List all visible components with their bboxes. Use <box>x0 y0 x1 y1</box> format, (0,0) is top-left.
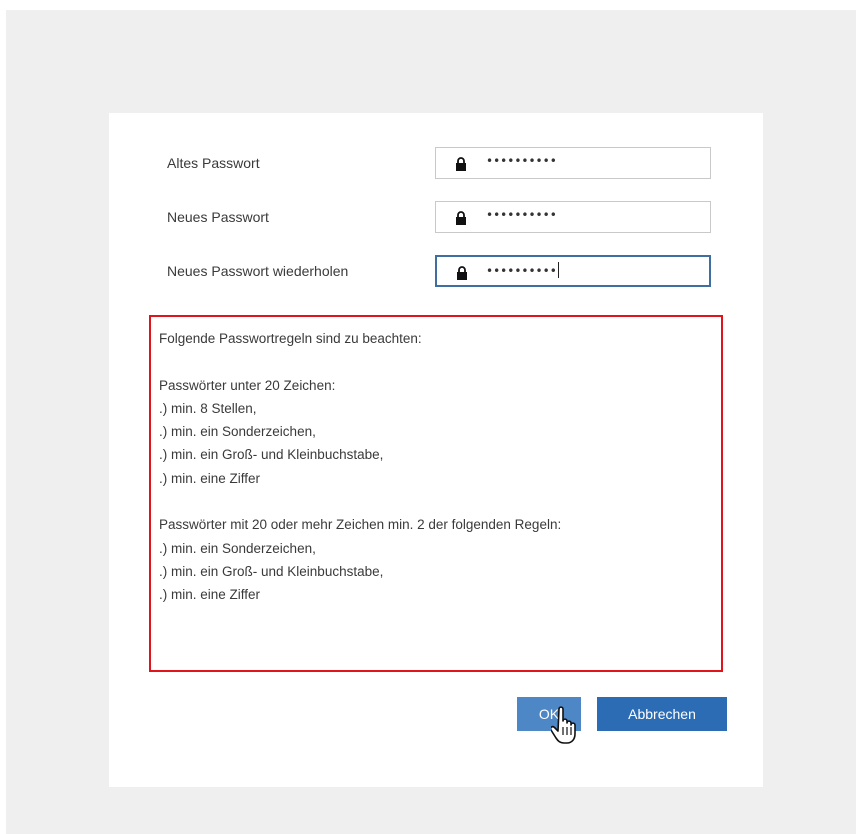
rules-under-20-heading: Passwörter unter 20 Zeichen: <box>159 377 336 393</box>
change-password-dialog: Altes Passwort •••••••••• Neues Passwort… <box>109 113 763 787</box>
old-password-label: Altes Passwort <box>167 155 260 171</box>
cancel-button[interactable]: Abbrechen <box>597 697 727 731</box>
new-password-value: •••••••••• <box>486 208 557 222</box>
repeat-password-input[interactable]: •••••••••• <box>435 255 711 287</box>
rules-spacer <box>159 350 713 373</box>
new-password-input[interactable]: •••••••••• <box>435 201 711 233</box>
lock-icon <box>456 211 466 225</box>
new-password-row: Neues Passwort •••••••••• <box>109 199 763 239</box>
old-password-row: Altes Passwort •••••••••• <box>109 145 763 185</box>
rules-20-plus-heading: Passwörter mit 20 oder mehr Zeichen min.… <box>159 517 562 533</box>
repeat-password-row: Neues Passwort wiederholen •••••••••• <box>109 253 763 293</box>
repeat-password-value: •••••••••• <box>486 264 557 278</box>
text-caret <box>557 262 559 278</box>
old-password-value: •••••••••• <box>486 154 557 168</box>
rule-item: .) min. eine Ziffer <box>159 587 261 603</box>
rule-item: .) min. ein Groß- und Kleinbuchstabe, <box>159 447 384 463</box>
lock-icon <box>457 266 467 280</box>
repeat-password-value-wrap: •••••••••• <box>486 262 559 278</box>
rule-item: .) min. 8 Stellen, <box>159 400 257 416</box>
rules-spacer <box>159 490 713 513</box>
rule-item: .) min. eine Ziffer <box>159 470 261 486</box>
rule-item: .) min. ein Groß- und Kleinbuchstabe, <box>159 563 384 579</box>
rules-heading: Folgende Passwortregeln sind zu beachten… <box>159 331 422 346</box>
ok-button[interactable]: OK <box>517 697 581 731</box>
repeat-password-label: Neues Passwort wiederholen <box>167 263 349 279</box>
old-password-input[interactable]: •••••••••• <box>435 147 711 179</box>
rule-item: .) min. ein Sonderzeichen, <box>159 540 316 556</box>
rule-item: .) min. ein Sonderzeichen, <box>159 424 316 440</box>
lock-icon <box>456 157 466 171</box>
password-rules-box: Folgende Passwortregeln sind zu beachten… <box>149 315 723 672</box>
new-password-label: Neues Passwort <box>167 209 269 225</box>
